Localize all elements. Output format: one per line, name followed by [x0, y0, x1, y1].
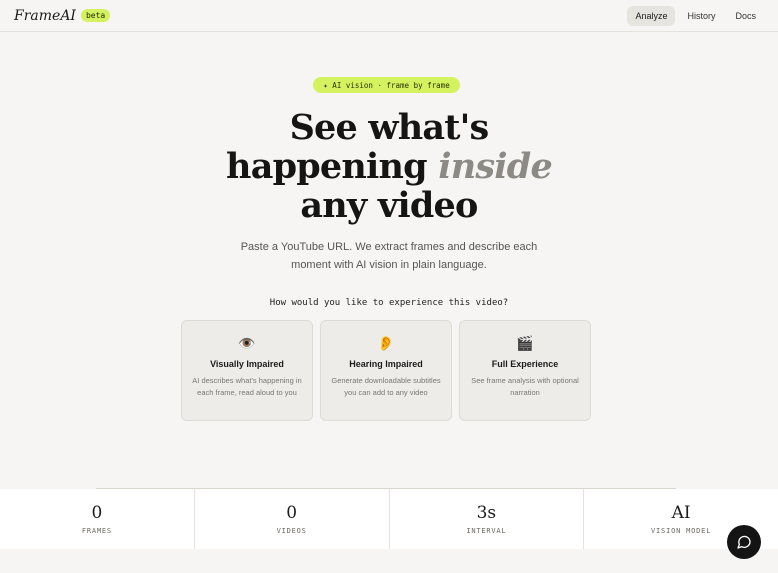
stat-value: AI: [671, 503, 691, 523]
option-hearing-impaired[interactable]: 👂 Hearing Impaired Generate downloadable…: [320, 320, 452, 421]
stat-label: VIDEOS: [276, 527, 307, 535]
stat-interval: 3s INTERVAL: [390, 489, 585, 549]
option-visually-impaired[interactable]: 👁️ Visually Impaired AI describes what's…: [181, 320, 313, 421]
option-full-experience[interactable]: 🎬 Full Experience See frame analysis wit…: [459, 320, 591, 421]
feature-pill: ✦ AI vision · frame by frame: [313, 77, 460, 93]
option-title: Visually Impaired: [210, 359, 284, 369]
hero-title-line2: happening: [226, 146, 428, 187]
beta-badge: beta: [80, 9, 111, 22]
option-description: Generate downloadable subtitles you can …: [331, 376, 441, 397]
main-nav: Analyze History Docs: [627, 5, 764, 26]
stats-bar: 0 FRAMES 0 VIDEOS 3s INTERVAL AI VISION …: [0, 489, 778, 549]
stat-label: VISION MODEL: [651, 527, 712, 535]
nav-history[interactable]: History: [679, 6, 723, 26]
option-title: Hearing Impaired: [349, 359, 423, 369]
stat-label: INTERVAL: [466, 527, 507, 535]
nav-docs[interactable]: Docs: [727, 6, 764, 26]
experience-question: How would you like to experience this vi…: [269, 298, 509, 308]
chat-button[interactable]: [727, 525, 761, 559]
option-description: AI describes what's happening in each fr…: [192, 376, 302, 397]
chat-bubble-icon: [737, 535, 751, 549]
nav-analyze[interactable]: Analyze: [627, 5, 676, 26]
option-title: Full Experience: [491, 359, 559, 369]
option-description: See frame analysis with optional narrati…: [471, 376, 579, 397]
experience-options: 👁️ Visually Impaired AI describes what's…: [181, 320, 591, 421]
hero-title: See what's happening inside any video: [0, 108, 778, 225]
eye-icon: 👁️: [238, 335, 256, 351]
hero-title-line3: any video: [300, 185, 478, 226]
hero-subtitle: Paste a YouTube URL. We extract frames a…: [0, 238, 778, 274]
stat-videos: 0 VIDEOS: [195, 489, 390, 549]
brand[interactable]: FrameAI beta: [14, 8, 111, 24]
stat-value: 0: [91, 503, 103, 523]
ear-icon: 👂: [377, 335, 395, 351]
stat-label: FRAMES: [81, 527, 112, 535]
hero-title-line1: See what's: [289, 107, 490, 148]
stat-value: 3s: [476, 503, 497, 523]
clapperboard-icon: 🎬: [516, 335, 534, 351]
top-bar: FrameAI beta Analyze History Docs: [0, 0, 778, 32]
logo[interactable]: FrameAI: [14, 8, 76, 24]
page: FrameAI beta Analyze History Docs ✦ AI v…: [0, 0, 778, 573]
stat-frames: 0 FRAMES: [0, 489, 195, 549]
hero-subtitle-line2: moment with AI vision in plain language.: [291, 259, 487, 271]
hero-subtitle-line1: Paste a YouTube URL. We extract frames a…: [240, 241, 538, 253]
hero-title-accent: inside: [438, 146, 552, 187]
stat-value: 0: [286, 503, 298, 523]
